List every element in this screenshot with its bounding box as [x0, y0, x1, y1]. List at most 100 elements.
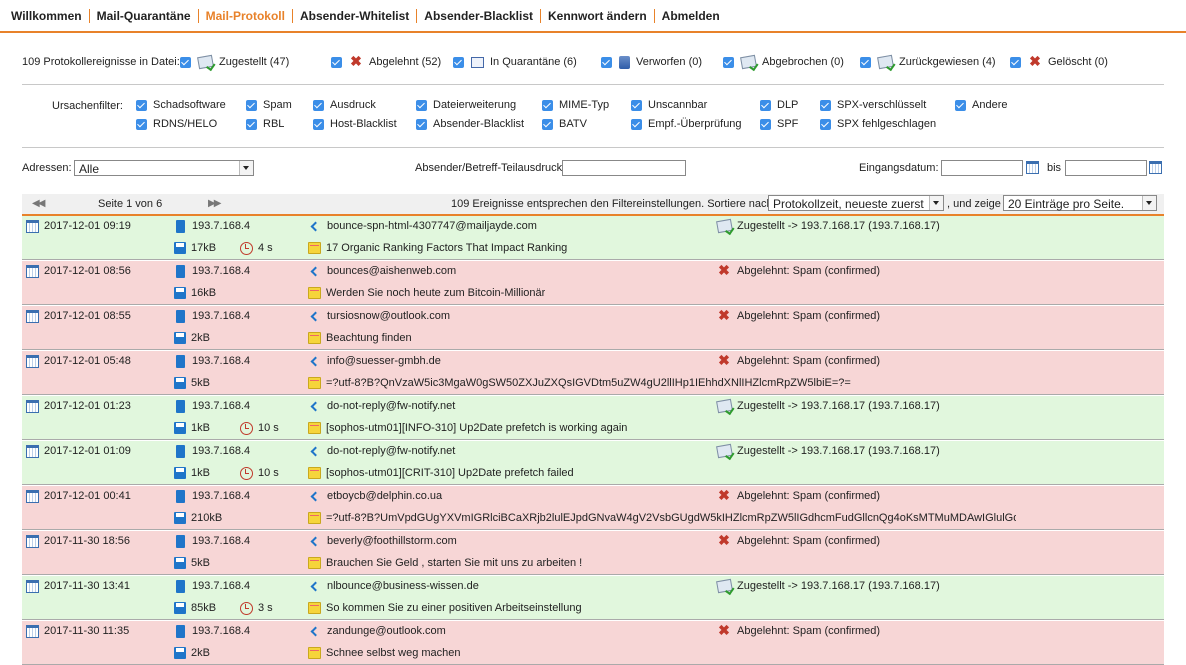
checkbox[interactable] [955, 99, 966, 111]
reason-filter-option[interactable]: Ausdruck [313, 99, 376, 111]
entry-date-cell: 2017-12-01 08:55 [26, 308, 131, 324]
entry-result-cell: ✖ Abgelehnt: Spam (confirmed) [717, 308, 880, 324]
checkbox[interactable] [331, 56, 342, 68]
checkbox[interactable] [180, 56, 191, 68]
entry-size-cell: 85kB [174, 600, 216, 616]
server-icon [176, 489, 185, 503]
reason-filter-option[interactable]: DLP [760, 99, 798, 111]
log-entry[interactable]: 2017-12-01 01:09 193.7.168.4 1kB 10 s do-not… [22, 441, 1164, 485]
checkbox[interactable] [760, 118, 771, 130]
reason-filter-option[interactable]: Spam [246, 99, 292, 111]
reason-filter-option[interactable]: Schadsoftware [136, 99, 226, 111]
first-page-icon[interactable]: ◀◀ [32, 198, 45, 209]
reason-filter-option[interactable]: RBL [246, 118, 284, 130]
reason-filter-option[interactable]: BATV [542, 118, 587, 130]
checkbox[interactable] [416, 99, 427, 111]
status-filter-quarantine[interactable]: In Quarantäne (6) [453, 56, 577, 68]
checkbox[interactable] [820, 118, 831, 130]
reason-filter-option[interactable]: Host-Blacklist [313, 118, 397, 130]
log-entry[interactable]: 2017-12-01 01:23 193.7.168.4 1kB 10 s do-not… [22, 396, 1164, 440]
reason-filter-option[interactable]: Andere [955, 99, 1007, 111]
nav-item[interactable]: Abmelden [655, 9, 727, 23]
reason-filter-option[interactable]: Empf.-Überprüfung [631, 118, 742, 130]
entry-ip-cell: 193.7.168.4 [174, 623, 250, 639]
entry-subject: Beachtung finden [326, 332, 412, 344]
next-page-icon[interactable]: ▶▶ [208, 198, 221, 209]
entry-result: Abgelehnt: Spam (confirmed) [737, 535, 881, 547]
checkbox[interactable] [136, 99, 147, 111]
date-from-input[interactable] [941, 160, 1023, 176]
entry-ip-cell: 193.7.168.4 [174, 578, 250, 594]
status-filter-delivered[interactable]: Zugestellt (47) [180, 54, 289, 70]
log-entry[interactable]: 2017-11-30 13:41 193.7.168.4 85kB 3 s nlboun… [22, 576, 1164, 620]
entry-sender: bounces@aishenweb.com [327, 265, 457, 277]
entry-date: 2017-12-01 01:23 [44, 400, 131, 412]
nav-item[interactable]: Willkommen [4, 8, 90, 23]
log-entry[interactable]: 2017-11-30 18:56 193.7.168.4 5kB beverly@fo… [22, 531, 1164, 575]
nav-item[interactable]: Kennwort ändern [541, 8, 655, 23]
reason-filter-option[interactable]: SPX-verschlüsselt [820, 99, 926, 111]
checkbox[interactable] [631, 118, 642, 130]
reason-filter-option[interactable]: RDNS/HELO [136, 118, 217, 130]
reason-filter-option[interactable]: Unscannbar [631, 99, 707, 111]
log-entry[interactable]: 2017-12-01 08:55 193.7.168.4 2kB tursiosnow… [22, 306, 1164, 350]
log-entry[interactable]: 2017-11-30 11:35 193.7.168.4 2kB zandunge@o… [22, 621, 1164, 665]
calendar-icon [26, 444, 39, 458]
entry-date: 2017-12-01 09:19 [44, 220, 131, 232]
address-select[interactable]: Alle [74, 160, 254, 176]
checkbox[interactable] [723, 56, 734, 68]
disk-icon [174, 557, 186, 569]
clock-icon [240, 241, 253, 255]
checkbox[interactable] [820, 99, 831, 111]
sender-filter-input[interactable] [562, 160, 686, 176]
reason-filter-label: Dateierweiterung [433, 99, 517, 111]
status-filter-rejected[interactable]: ✖ Abgelehnt (52) [331, 54, 441, 69]
log-entry[interactable]: 2017-12-01 05:48 193.7.168.4 5kB info@suess… [22, 351, 1164, 395]
checkbox[interactable] [760, 99, 771, 111]
checkbox[interactable] [542, 118, 553, 130]
entry-size-cell: 17kB [174, 240, 216, 256]
nav-item[interactable]: Mail-Protokoll [199, 8, 293, 23]
status-filter-deleted[interactable]: ✖ Gelöscht (0) [1010, 54, 1108, 69]
reason-filter-option[interactable]: SPX fehlgeschlagen [820, 118, 936, 130]
calendar-icon[interactable] [1149, 161, 1162, 174]
checkbox[interactable] [313, 118, 324, 130]
entry-subject-cell: =?utf-8?B?QnVzaW5ic3MgaW0gSW50ZXJuZXQsIG… [308, 375, 851, 391]
reason-filter-option[interactable]: Absender-Blacklist [416, 118, 524, 130]
checkbox[interactable] [416, 118, 427, 130]
log-entry[interactable]: 2017-12-01 00:41 193.7.168.4 210kB etboycb@… [22, 486, 1164, 530]
entry-ip-cell: 193.7.168.4 [174, 398, 250, 414]
checkbox[interactable] [453, 56, 464, 68]
status-filter-aborted[interactable]: Abgebrochen (0) [723, 54, 844, 70]
checkbox[interactable] [313, 99, 324, 111]
nav-item[interactable]: Mail-Quarantäne [90, 8, 199, 23]
checkbox[interactable] [601, 56, 612, 68]
status-filter-bounced[interactable]: Zurückgewiesen (4) [860, 54, 996, 70]
entry-sender: bounce-spn-html-4307747@mailjayde.com [327, 220, 537, 232]
checkbox[interactable] [542, 99, 553, 111]
calendar-icon[interactable] [1026, 161, 1039, 174]
per-page-select[interactable]: 20 Einträge pro Seite. [1003, 195, 1157, 211]
sort-select[interactable]: Protokollzeit, neueste zuerst [768, 195, 944, 211]
status-filter-dropped[interactable]: Verworfen (0) [601, 55, 702, 69]
log-entry[interactable]: 2017-12-01 08:56 193.7.168.4 16kB bounces@a… [22, 261, 1164, 305]
checkbox[interactable] [631, 99, 642, 111]
calendar-icon [26, 624, 39, 638]
reason-filter-option[interactable]: SPF [760, 118, 798, 130]
nav-item[interactable]: Absender-Blacklist [417, 8, 541, 23]
calendar-icon [26, 309, 39, 323]
entry-size-cell: 2kB [174, 645, 210, 661]
reason-filter-option[interactable]: MIME-Typ [542, 99, 609, 111]
checkbox[interactable] [136, 118, 147, 130]
date-to-input[interactable] [1065, 160, 1147, 176]
nav-item[interactable]: Absender-Whitelist [293, 8, 418, 23]
entry-date: 2017-12-01 08:55 [44, 310, 131, 322]
entry-subject: 17 Organic Ranking Factors That Impact R… [326, 242, 568, 254]
log-entry[interactable]: 2017-12-01 09:19 193.7.168.4 17kB 4 s bounce… [22, 216, 1164, 260]
reason-filter-option[interactable]: Dateierweiterung [416, 99, 516, 111]
checkbox[interactable] [1010, 56, 1021, 68]
checkbox[interactable] [246, 99, 257, 111]
checkbox[interactable] [246, 118, 257, 130]
checkbox[interactable] [860, 56, 871, 68]
aborted-icon [740, 54, 757, 70]
